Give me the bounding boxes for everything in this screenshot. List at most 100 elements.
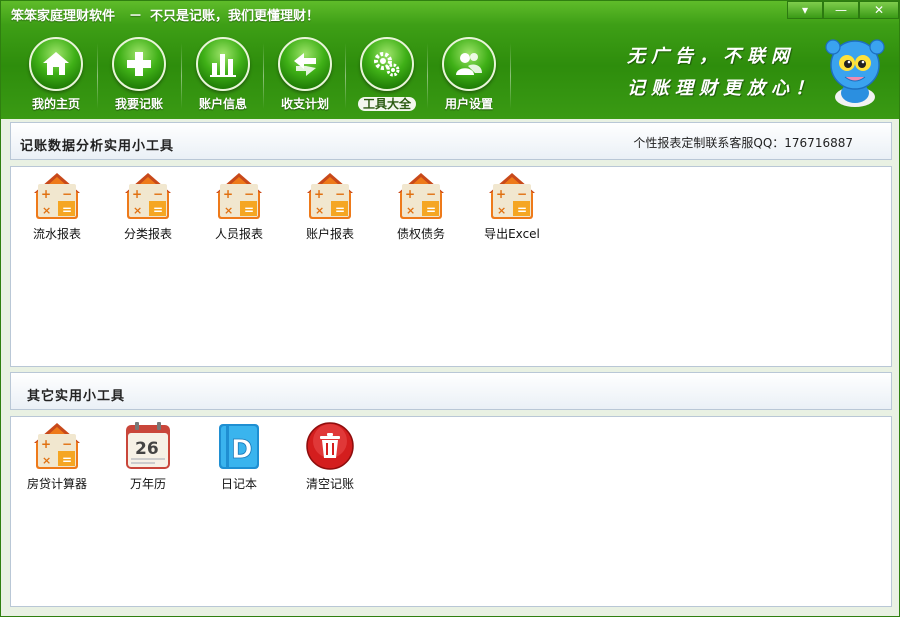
title-bar: 笨笨家庭理财软件 － 不只是记账，我们更懂理财！ ▾ — ✕ 我的主页 我要记账 账… bbox=[1, 1, 899, 119]
calculator-house-icon: + − × = bbox=[125, 173, 171, 219]
tool-label: 万年历 bbox=[129, 477, 166, 491]
main-toolbar: 我的主页 我要记账 账户信息 收支计划 工具大全 用户设置 bbox=[15, 35, 525, 115]
analysis-tools-panel: + − × = 流水报表 + − × = 分类报表 + − × = 人员报表 +… bbox=[10, 166, 892, 367]
nav-label: 我要记账 bbox=[114, 97, 163, 111]
svg-text:=: = bbox=[244, 203, 254, 217]
tool-label: 账户报表 bbox=[305, 227, 354, 241]
svg-text:−: − bbox=[62, 437, 72, 451]
tool-mortgage-calculator[interactable]: + − × = 房贷计算器 bbox=[16, 421, 98, 493]
diary-icon: D bbox=[219, 424, 259, 469]
plus-icon bbox=[112, 37, 166, 91]
mascot-icon bbox=[825, 39, 885, 107]
calendar-icon: 26 bbox=[126, 422, 170, 469]
nav-user-settings[interactable]: 用户设置 bbox=[428, 35, 510, 115]
svg-text:−: − bbox=[426, 187, 436, 201]
svg-text:=: = bbox=[335, 203, 345, 217]
menu-dropdown-button[interactable]: ▾ bbox=[787, 1, 823, 19]
nav-label: 工具大全 bbox=[346, 95, 428, 112]
calculator-house-icon: + − × = bbox=[34, 423, 80, 469]
tool-label: 流水报表 bbox=[32, 227, 81, 241]
calculator-house-icon: + − × = bbox=[34, 173, 80, 219]
gears-icon bbox=[360, 37, 414, 91]
nav-budget-plan[interactable]: 收支计划 bbox=[264, 35, 346, 115]
title-separator: － bbox=[129, 9, 143, 24]
svg-text:=: = bbox=[62, 203, 72, 217]
svg-text:×: × bbox=[42, 454, 51, 467]
calculator-house-icon: + − × = bbox=[398, 173, 444, 219]
svg-text:×: × bbox=[42, 204, 51, 217]
tool-label: 房贷计算器 bbox=[26, 477, 87, 491]
calculator-house-icon: + − × = bbox=[489, 173, 535, 219]
svg-text:+: + bbox=[132, 187, 142, 201]
tool-perpetual-calendar[interactable]: 26 万年历 bbox=[107, 421, 189, 493]
tool-account-report[interactable]: + − × = 账户报表 bbox=[289, 171, 371, 243]
other-section-header: 其它实用小工具 bbox=[10, 372, 892, 410]
tool-debt-credit[interactable]: + − × = 债权债务 bbox=[380, 171, 462, 243]
calendar-day: 26 bbox=[135, 439, 159, 459]
calculator-house-icon: + − × = bbox=[216, 173, 262, 219]
diary-letter: D bbox=[231, 435, 253, 465]
nav-label: 我的主页 bbox=[31, 97, 80, 111]
svg-text:×: × bbox=[315, 204, 324, 217]
svg-text:−: − bbox=[244, 187, 254, 201]
svg-text:−: − bbox=[517, 187, 527, 201]
tool-cashflow-report[interactable]: + − × = 流水报表 bbox=[16, 171, 98, 243]
svg-text:×: × bbox=[406, 204, 415, 217]
close-button[interactable]: ✕ bbox=[859, 1, 899, 19]
other-tools-panel: + − × = 房贷计算器 26 万年历 D 日记本 清空记账 bbox=[10, 416, 892, 607]
arrows-exchange-icon bbox=[278, 37, 332, 91]
app-window: 笨笨家庭理财软件 － 不只是记账，我们更懂理财！ ▾ — ✕ 我的主页 我要记账 账… bbox=[0, 0, 900, 617]
app-name: 笨笨家庭理财软件 bbox=[11, 9, 116, 24]
home-icon bbox=[29, 37, 83, 91]
nav-label: 收支计划 bbox=[280, 97, 329, 111]
svg-text:+: + bbox=[41, 187, 51, 201]
trash-icon bbox=[306, 422, 354, 470]
users-icon bbox=[442, 37, 496, 91]
svg-text:×: × bbox=[224, 204, 233, 217]
svg-text:=: = bbox=[517, 203, 527, 217]
tool-clear-records[interactable]: 清空记账 bbox=[289, 421, 371, 493]
nav-add-record[interactable]: 我要记账 bbox=[98, 35, 180, 115]
svg-text:+: + bbox=[314, 187, 324, 201]
tool-label: 清空记账 bbox=[305, 477, 354, 491]
tool-label: 人员报表 bbox=[214, 227, 263, 241]
svg-text:+: + bbox=[405, 187, 415, 201]
tool-label: 导出Excel bbox=[484, 227, 540, 241]
other-section-title: 其它实用小工具 bbox=[27, 389, 126, 404]
nav-tools[interactable]: 工具大全 bbox=[346, 35, 428, 115]
svg-text:=: = bbox=[153, 203, 163, 217]
tool-category-report[interactable]: + − × = 分类报表 bbox=[107, 171, 189, 243]
nav-account-info[interactable]: 账户信息 bbox=[182, 35, 264, 115]
bar-chart-icon bbox=[196, 37, 250, 91]
tool-export-excel[interactable]: + − × = 导出Excel bbox=[471, 171, 553, 243]
svg-text:×: × bbox=[497, 204, 506, 217]
nav-divider bbox=[510, 43, 511, 109]
tool-member-report[interactable]: + − × = 人员报表 bbox=[198, 171, 280, 243]
window-title: 笨笨家庭理财软件 － 不只是记账，我们更懂理财！ bbox=[11, 5, 319, 24]
svg-text:=: = bbox=[426, 203, 436, 217]
minimize-button[interactable]: — bbox=[823, 1, 859, 19]
app-tagline: 不只是记账，我们更懂理财！ bbox=[150, 9, 320, 24]
tool-diary[interactable]: D 日记本 bbox=[198, 421, 280, 493]
analysis-section-header: 记账数据分析实用小工具 个性报表定制联系客服QQ：176716887 bbox=[10, 122, 892, 160]
calculator-house-icon: + − × = bbox=[307, 173, 353, 219]
svg-text:×: × bbox=[133, 204, 142, 217]
svg-text:+: + bbox=[41, 437, 51, 451]
svg-text:=: = bbox=[62, 453, 72, 467]
slogan: 无广告，不联网 记账理财更放心！ bbox=[627, 41, 819, 105]
svg-text:+: + bbox=[223, 187, 233, 201]
tool-label: 分类报表 bbox=[123, 227, 172, 241]
slogan-line-2: 记账理财更放心！ bbox=[627, 78, 819, 99]
svg-text:+: + bbox=[496, 187, 506, 201]
nav-label: 账户信息 bbox=[198, 97, 247, 111]
custom-report-contact: 个性报表定制联系客服QQ：176716887 bbox=[633, 136, 853, 150]
nav-home[interactable]: 我的主页 bbox=[15, 35, 97, 115]
tool-label: 日记本 bbox=[220, 477, 257, 491]
svg-text:−: − bbox=[335, 187, 345, 201]
svg-text:−: − bbox=[153, 187, 163, 201]
analysis-section-title: 记账数据分析实用小工具 bbox=[20, 139, 175, 154]
tool-label: 债权债务 bbox=[396, 227, 445, 241]
slogan-line-1: 无广告，不联网 bbox=[627, 46, 795, 67]
svg-text:−: − bbox=[62, 187, 72, 201]
nav-label: 用户设置 bbox=[444, 97, 493, 111]
